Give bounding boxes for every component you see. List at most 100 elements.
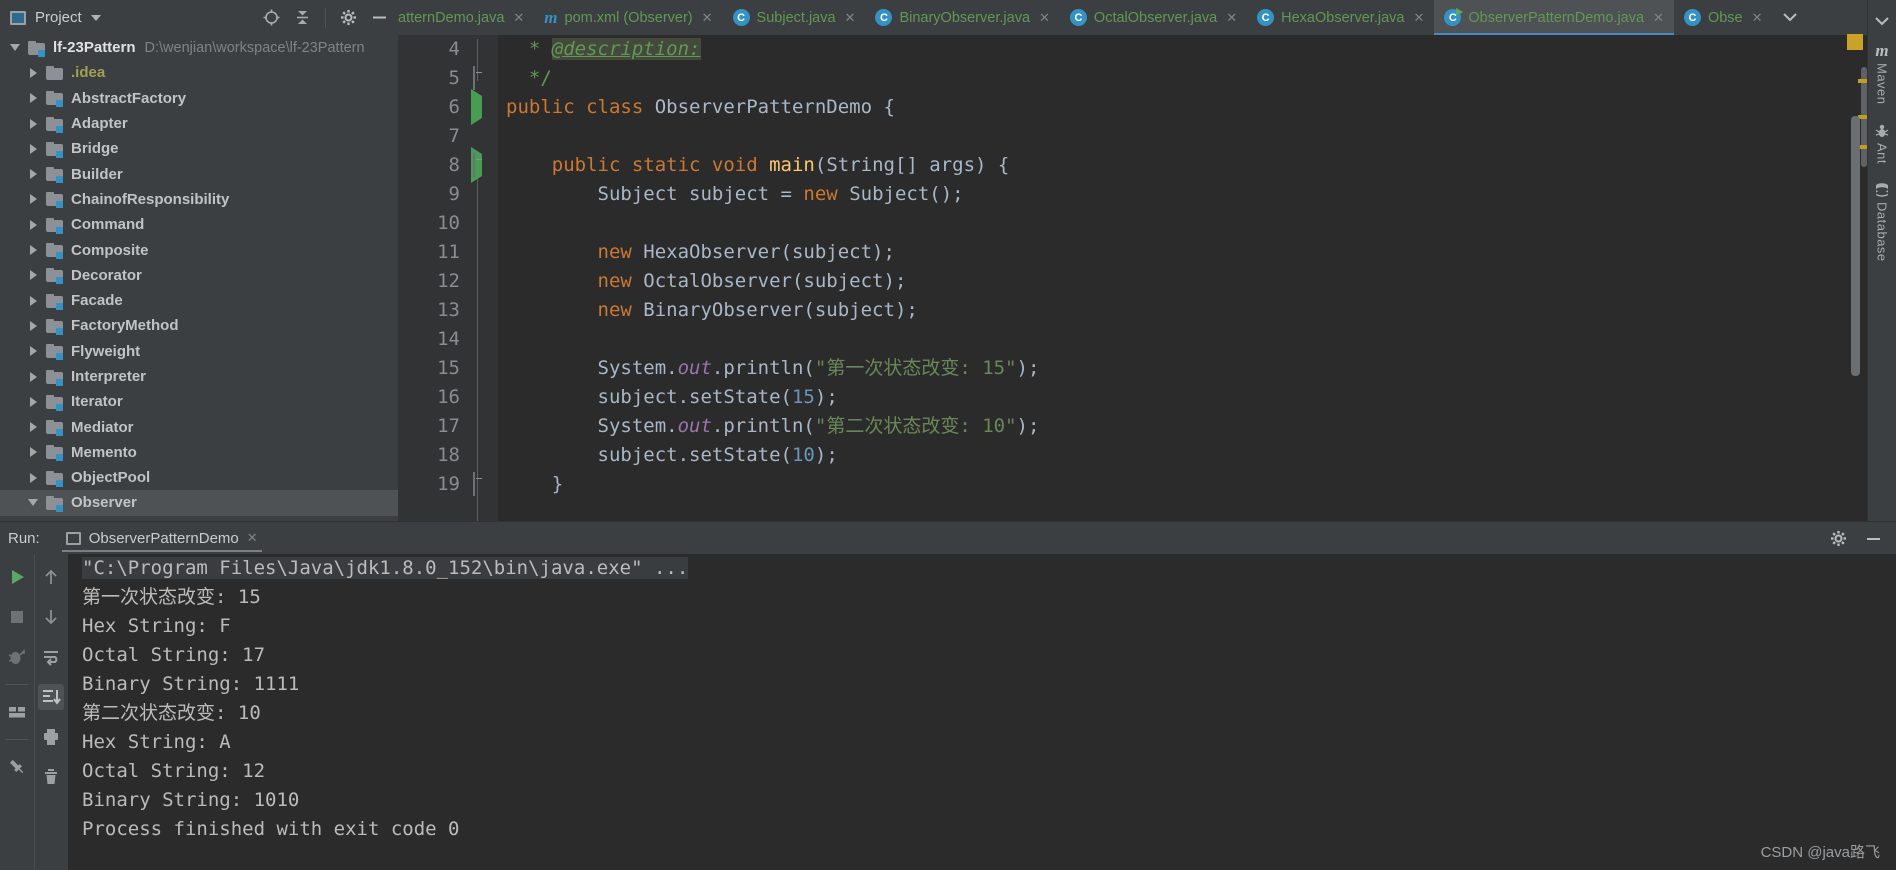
close-icon[interactable]: ✕ <box>1752 10 1763 26</box>
tree-node-bridge[interactable]: Bridge <box>0 136 398 161</box>
close-icon[interactable]: ✕ <box>1413 10 1424 26</box>
tab-overflow-chevron-icon[interactable] <box>1773 0 1807 35</box>
stop-icon[interactable] <box>4 604 30 630</box>
trash-icon[interactable] <box>38 764 64 790</box>
chevron-right-icon[interactable] <box>26 270 40 281</box>
tree-node-adapter[interactable]: Adapter <box>0 111 398 136</box>
chevron-right-icon[interactable] <box>26 67 40 78</box>
code-line[interactable]: 10 <box>398 209 1896 238</box>
close-icon[interactable]: ✕ <box>247 530 258 546</box>
chevron-right-icon[interactable] <box>26 371 40 382</box>
code-line[interactable]: 4 * @description: <box>398 35 1896 64</box>
editor-tab[interactable]: C HexaObserver.java ✕ <box>1247 0 1434 35</box>
editor-tab[interactable]: C BinaryObserver.java ✕ <box>865 0 1059 35</box>
close-icon[interactable]: ✕ <box>513 10 524 26</box>
minimize-icon[interactable] <box>1865 530 1882 547</box>
code-line[interactable]: 12 new OctalObserver(subject); <box>398 267 1896 296</box>
tree-node-command[interactable]: Command <box>0 212 398 237</box>
settings-icon[interactable] <box>340 9 357 26</box>
tree-node-flyweight[interactable]: Flyweight <box>0 339 398 364</box>
code-line[interactable]: 8 public static void main(String[] args)… <box>398 147 1896 183</box>
chevron-right-icon[interactable] <box>26 295 40 306</box>
code-line[interactable]: 7 <box>398 122 1896 151</box>
tree-node-factorymethod[interactable]: FactoryMethod <box>0 313 398 338</box>
tree-node-interpreter[interactable]: Interpreter <box>0 364 398 389</box>
rerun-icon[interactable] <box>4 564 30 590</box>
soft-wrap-icon[interactable] <box>38 644 64 670</box>
editor-tab[interactable]: C ObserverPatternDemo.java ✕ <box>1434 0 1674 35</box>
project-tree[interactable]: lf-23Pattern D:\wenjian\workspace\lf-23Pa… <box>0 35 398 521</box>
code-line[interactable]: 5 */ <box>398 64 1896 93</box>
chevron-right-icon[interactable] <box>26 245 40 256</box>
chevron-down-icon[interactable] <box>8 44 22 52</box>
code-line[interactable]: 16 subject.setState(15); <box>398 383 1896 412</box>
chevron-right-icon[interactable] <box>26 472 40 483</box>
tree-node-lf-23pattern[interactable]: lf-23Pattern D:\wenjian\workspace\lf-23Pa… <box>0 35 398 60</box>
tree-node-facade[interactable]: Facade <box>0 288 398 313</box>
close-icon[interactable]: ✕ <box>1039 10 1050 26</box>
chevron-down-icon[interactable] <box>26 499 40 507</box>
print-icon[interactable] <box>38 724 64 750</box>
editor-tab[interactable]: C OctalObserver.java ✕ <box>1060 0 1247 35</box>
up-arrow-icon[interactable] <box>38 564 64 590</box>
debug-icon[interactable] <box>4 644 30 670</box>
close-icon[interactable]: ✕ <box>702 10 713 26</box>
code-line[interactable]: 9 Subject subject = new Subject(); <box>398 180 1896 209</box>
tree-node-composite[interactable]: Composite <box>0 237 398 262</box>
editor-tab[interactable]: C Obse ✕ <box>1674 0 1773 35</box>
pin-icon[interactable] <box>4 754 30 780</box>
chevron-right-icon[interactable] <box>26 118 40 129</box>
locate-icon[interactable] <box>263 9 280 26</box>
chevron-right-icon[interactable] <box>26 93 40 104</box>
collapse-all-icon[interactable] <box>294 9 311 26</box>
code-line[interactable]: 15 System.out.println("第一次状态改变: 15"); <box>398 354 1896 383</box>
code-line[interactable]: 14 <box>398 325 1896 354</box>
chevron-down-icon[interactable] <box>90 14 101 21</box>
tree-node-builder[interactable]: Builder <box>0 161 398 186</box>
chevron-right-icon[interactable] <box>26 219 40 230</box>
chevron-right-icon[interactable] <box>26 422 40 433</box>
code-line[interactable]: 11 new HexaObserver(subject); <box>398 238 1896 267</box>
editor-tabs-overflow-chevron[interactable] <box>1868 6 1896 36</box>
close-icon[interactable]: ✕ <box>1226 10 1237 26</box>
tree-node-memento[interactable]: Memento <box>0 440 398 465</box>
tree-node-iterator[interactable]: Iterator <box>0 389 398 414</box>
fold-gutter-icon[interactable] <box>470 470 492 499</box>
code-line[interactable]: 19 } <box>398 470 1896 499</box>
chevron-right-icon[interactable] <box>26 143 40 154</box>
chevron-right-icon[interactable] <box>26 447 40 458</box>
tool-stripe-button-ant[interactable]: Ant <box>1874 123 1890 164</box>
tree-node-abstractfactory[interactable]: AbstractFactory <box>0 86 398 111</box>
chevron-right-icon[interactable] <box>26 346 40 357</box>
error-stripe-top-marker[interactable] <box>1847 34 1863 50</box>
run-configuration-tab[interactable]: ObserverPatternDemo ✕ <box>61 522 262 554</box>
editor-tab[interactable]: C Subject.java ✕ <box>723 0 866 35</box>
tree-node--idea[interactable]: .idea <box>0 60 398 85</box>
tree-node-decorator[interactable]: Decorator <box>0 263 398 288</box>
chevron-right-icon[interactable] <box>26 194 40 205</box>
down-arrow-icon[interactable] <box>38 604 64 630</box>
editor-marker-track[interactable] <box>1851 116 1860 376</box>
layout-icon[interactable] <box>4 699 30 725</box>
close-icon[interactable]: ✕ <box>1653 10 1664 26</box>
editor-tab[interactable]: m pom.xml (Observer) ✕ <box>534 0 722 35</box>
code-line[interactable]: 13 new BinaryObserver(subject); <box>398 296 1896 325</box>
tree-node-objectpool[interactable]: ObjectPool <box>0 465 398 490</box>
run-gutter-icon[interactable] <box>468 89 490 125</box>
chevron-right-icon[interactable] <box>26 396 40 407</box>
scroll-to-end-icon[interactable] <box>38 684 65 710</box>
tree-node-observer[interactable]: Observer <box>0 490 398 516</box>
close-icon[interactable]: ✕ <box>845 10 856 26</box>
settings-icon[interactable] <box>1830 530 1847 547</box>
fold-gutter-icon[interactable] <box>470 151 492 180</box>
console-output[interactable]: "C:\Program Files\Java\jdk1.8.0_152\bin\… <box>68 554 1896 870</box>
code-line[interactable]: 18 subject.setState(10); <box>398 441 1896 470</box>
tree-node-chainofresponsibility[interactable]: ChainofResponsibility <box>0 187 398 212</box>
chevron-right-icon[interactable] <box>26 320 40 331</box>
code-line[interactable]: 6 public class ObserverPatternDemo { <box>398 89 1896 125</box>
chevron-right-icon[interactable] <box>26 169 40 180</box>
tool-stripe-button-maven[interactable]: m Maven <box>1875 42 1890 105</box>
tool-stripe-button-database[interactable]: Database <box>1874 182 1890 261</box>
tree-node-mediator[interactable]: Mediator <box>0 414 398 439</box>
code-line[interactable]: 17 System.out.println("第二次状态改变: 10"); <box>398 412 1896 441</box>
